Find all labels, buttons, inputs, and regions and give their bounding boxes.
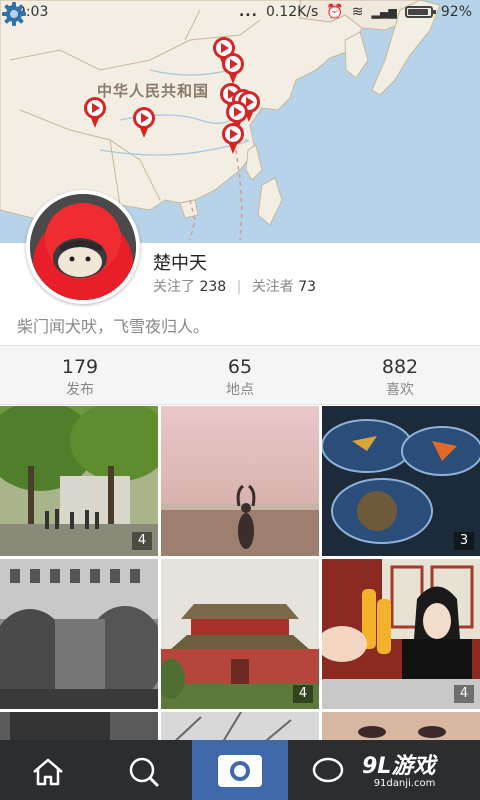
stat-value: 882: [381, 356, 419, 378]
watermark-text: 9L游戏: [362, 754, 436, 779]
network-speed: 0.12K/s: [265, 4, 319, 20]
play-pin-icon[interactable]: [220, 52, 246, 86]
status-icons: ... 0.12K/s ⏰ ≋ ▂▄▆ 92%: [239, 4, 472, 20]
bw-building-photo: [0, 559, 158, 709]
followers-count[interactable]: 73: [298, 279, 316, 295]
photo-tile[interactable]: 4: [0, 406, 158, 556]
avatar[interactable]: [26, 190, 140, 304]
stat-label: 喜欢: [386, 382, 414, 398]
profile-screen: 19:03 ... 0.12K/s ⏰ ≋ ▂▄▆ 92% 中华人民共和国 楚中…: [0, 0, 480, 800]
stat-likes[interactable]: 882 喜欢: [320, 346, 480, 404]
photo-tile[interactable]: 3: [322, 406, 480, 556]
map-country-label: 中华人民共和国: [97, 82, 210, 100]
battery-level: 92%: [440, 4, 472, 20]
stat-value: 65: [227, 356, 253, 378]
search-icon: [129, 757, 159, 787]
status-bar: 19:03 ... 0.12K/s ⏰ ≋ ▂▄▆ 92%: [0, 0, 480, 26]
follow-separator: |: [236, 279, 242, 295]
red-hood-avatar-icon: [30, 194, 136, 300]
profile-name: 楚中天: [153, 253, 207, 274]
following-count[interactable]: 238: [199, 279, 226, 295]
stats-bar: 179 发布 65 地点 882 喜欢: [0, 345, 480, 405]
photo-count-badge: 3: [454, 532, 474, 550]
following-label[interactable]: 关注了: [153, 279, 195, 295]
play-pin-icon[interactable]: [220, 122, 246, 156]
nav-camera[interactable]: [192, 740, 288, 800]
stat-label: 发布: [66, 382, 94, 398]
camera-icon: [218, 755, 262, 787]
followers-label[interactable]: 关注者: [252, 279, 294, 295]
photo-tile[interactable]: [161, 406, 319, 556]
follow-stats: 关注了 238 | 关注者 73: [153, 276, 316, 296]
notification-dots: ...: [238, 4, 258, 20]
beach-photo: [161, 406, 319, 556]
nav-home[interactable]: [0, 740, 96, 800]
stat-label: 地点: [226, 382, 254, 398]
battery-icon: [404, 6, 436, 18]
watermark-sub: 91danji.com: [373, 778, 436, 789]
photo-tile[interactable]: 4: [322, 559, 480, 709]
home-icon: [33, 758, 63, 786]
photo-tile[interactable]: 4: [161, 559, 319, 709]
photo-count-badge: 4: [132, 532, 152, 550]
stat-value: 179: [61, 356, 99, 378]
avatar-image: [30, 194, 136, 300]
photo-count-badge: 4: [454, 685, 474, 703]
signal-icon: ▂▄▆: [371, 5, 397, 19]
alarm-icon: ⏰: [326, 4, 344, 20]
photo-tile[interactable]: [0, 559, 158, 709]
play-pin-icon[interactable]: [82, 96, 108, 130]
watermark: 9L游戏 91danji.com: [362, 748, 435, 789]
profile-bio: 柴门闻犬吠，飞雪夜归人。: [17, 317, 210, 336]
stat-posts[interactable]: 179 发布: [0, 346, 160, 404]
gear-icon[interactable]: [0, 0, 28, 28]
stat-places[interactable]: 65 地点: [160, 346, 320, 404]
photo-grid: 4 3 4 4: [0, 405, 480, 745]
play-pin-icon[interactable]: [131, 106, 157, 140]
photo-count-badge: 4: [293, 685, 313, 703]
nav-search[interactable]: [96, 740, 192, 800]
wifi-icon: ≋: [351, 4, 364, 20]
